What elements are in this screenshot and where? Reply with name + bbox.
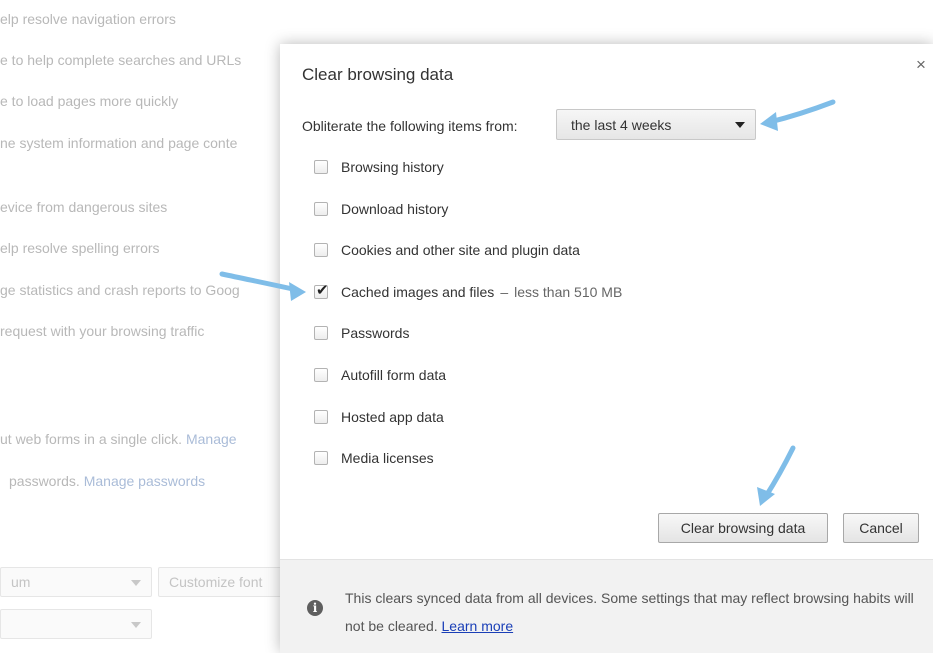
arrow-to-cached-images — [219, 271, 300, 293]
arrow-to-time-range — [767, 99, 836, 125]
arrow-to-clear-button — [763, 445, 796, 499]
annotation-arrows — [219, 99, 836, 506]
arrowhead-icon — [760, 112, 778, 131]
arrowhead-icon — [289, 282, 306, 301]
